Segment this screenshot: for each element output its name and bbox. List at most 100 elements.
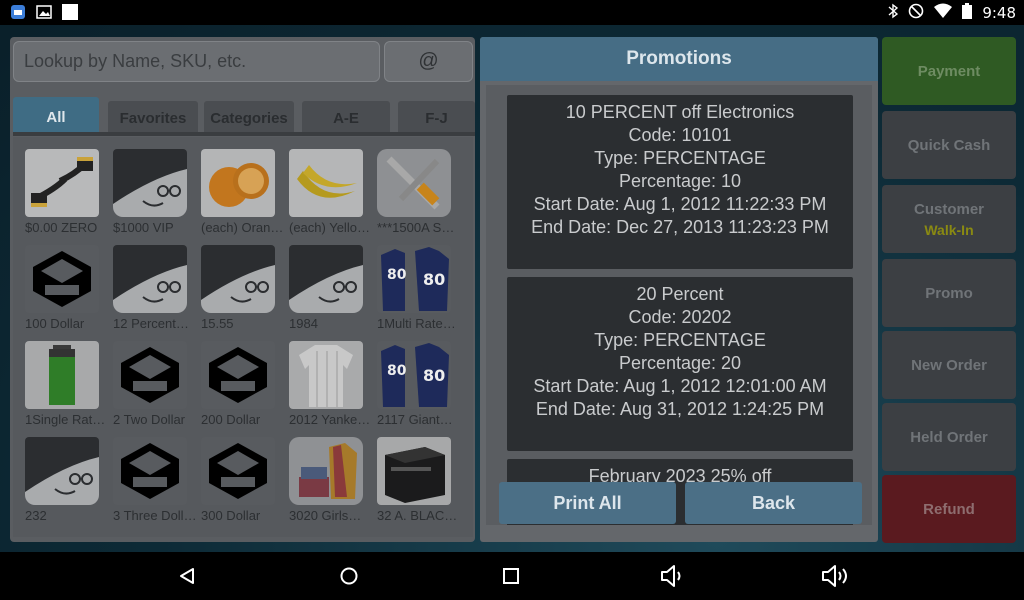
tab-f-j[interactable]: F-J [398, 101, 475, 133]
product-item[interactable]: (each) Yello… [277, 137, 370, 235]
baseball-jersey-icon [289, 341, 363, 409]
tools-icon [377, 149, 451, 217]
recents-icon[interactable] [496, 562, 526, 590]
product-item[interactable]: 80 80 2117 Giant… [365, 329, 453, 427]
promo-name: 20 Percent [636, 284, 724, 304]
product-item[interactable]: 15.55 [189, 233, 277, 331]
payment-button[interactable]: Payment [882, 37, 1016, 105]
tab-a-e[interactable]: A-E [302, 101, 390, 133]
volume-down-icon[interactable] [658, 562, 688, 590]
promo-label: Promo [925, 284, 973, 302]
jersey-icon: 80 80 [377, 245, 451, 313]
status-bar: 9:48 [0, 0, 1024, 25]
promo-code: Code: 10101 [628, 125, 732, 145]
app-notification-icon [10, 4, 26, 20]
promotions-title: Promotions [480, 37, 878, 81]
promotions-dialog: Promotions 10 PERCENT off Electronics Co… [480, 37, 878, 542]
promo-type: Type: PERCENTAGE [594, 148, 766, 168]
placeholder-face-icon [113, 149, 187, 217]
customer-button[interactable]: Customer Walk-In [882, 185, 1016, 253]
promo-code: Code: 20202 [628, 307, 732, 327]
svg-text:80: 80 [423, 366, 445, 385]
product-item[interactable]: 1Single Rat… [13, 329, 105, 427]
promotions-list[interactable]: 10 PERCENT off Electronics Code: 10101 T… [486, 85, 872, 525]
product-item[interactable]: 232 [13, 425, 101, 523]
tab-favorites[interactable]: Favorites [108, 101, 198, 133]
product-item[interactable]: 100 Dollar [13, 233, 101, 331]
payment-label: Payment [917, 62, 981, 80]
at-button[interactable]: @ [384, 41, 473, 82]
refund-label: Refund [923, 500, 975, 518]
product-item[interactable]: ***1500A S… [365, 137, 454, 235]
product-item[interactable]: 80 80 1Multi Rate… [365, 233, 456, 331]
wifi-icon [934, 3, 953, 23]
promo-start-date: Start Date: Aug 1, 2012 11:22:33 PM [533, 194, 827, 214]
bluetooth-icon [888, 3, 899, 23]
print-all-button[interactable]: Print All [499, 482, 676, 524]
product-item[interactable]: 300 Dollar [189, 425, 277, 523]
clothes-icon [289, 437, 363, 505]
clock: 9:48 [982, 4, 1016, 22]
battery-product-icon [25, 341, 99, 409]
product-item[interactable]: 2 Two Dollar [101, 329, 189, 427]
box-logo-icon [113, 437, 187, 505]
refund-button[interactable]: Refund [882, 475, 1016, 543]
back-button[interactable]: Back [685, 482, 862, 524]
product-item[interactable]: 12 Percent… [101, 233, 189, 331]
box-logo-icon [25, 245, 99, 313]
hdmi-cable-icon [25, 149, 99, 217]
box-logo-icon [113, 341, 187, 409]
jersey-icon: 80 80 [377, 341, 451, 409]
product-item[interactable]: 3 Three Doll… [101, 425, 197, 523]
product-label: 3020 Girls… [289, 508, 362, 523]
tab-categories[interactable]: Categories [204, 101, 294, 133]
product-item[interactable]: 32 A. BLAC… [365, 425, 457, 523]
product-browser: @ All Favorites Categories A-E F-J $0.00… [10, 37, 475, 542]
svg-text:80: 80 [387, 363, 407, 379]
search-input[interactable] [13, 41, 380, 82]
tab-all[interactable]: All [13, 97, 99, 133]
product-item[interactable]: (each) Oran… [189, 137, 283, 235]
svg-text:80: 80 [387, 267, 407, 283]
held-order-button[interactable]: Held Order [882, 403, 1016, 471]
back-icon[interactable] [172, 562, 202, 590]
product-item[interactable]: 2012 Yanke… [277, 329, 370, 427]
product-item[interactable]: $0.00 ZERO [13, 137, 101, 235]
action-panel: Payment Quick Cash Customer Walk-In Prom… [882, 37, 1016, 543]
new-order-button[interactable]: New Order [882, 331, 1016, 399]
quick-cash-button[interactable]: Quick Cash [882, 111, 1016, 179]
product-label: 300 Dollar [201, 508, 261, 523]
box-logo-icon [201, 341, 275, 409]
placeholder-face-icon [113, 245, 187, 313]
blank-notification-icon [62, 4, 78, 20]
product-grid: $0.00 ZERO $1000 VIP (each) Oran… (each)… [13, 137, 473, 537]
promo-card[interactable]: 20 Percent Code: 20202 Type: PERCENTAGE … [507, 277, 853, 451]
orange-icon [201, 149, 275, 217]
held-order-label: Held Order [910, 428, 988, 446]
product-label: 232 [25, 508, 47, 523]
tab-underline [13, 132, 475, 136]
product-item[interactable]: 200 Dollar [189, 329, 277, 427]
notification-icons [10, 4, 78, 20]
promo-percentage: Percentage: 10 [618, 171, 742, 191]
volume-up-icon[interactable] [820, 562, 850, 590]
promo-end-date: End Date: Aug 31, 2012 1:24:25 PM [535, 399, 825, 419]
navigation-bar [0, 552, 1024, 600]
svg-text:80: 80 [423, 270, 445, 289]
promo-button[interactable]: Promo [882, 259, 1016, 327]
promo-card[interactable]: 10 PERCENT off Electronics Code: 10101 T… [507, 95, 853, 269]
product-item[interactable]: $1000 VIP [101, 137, 189, 235]
product-label: 32 A. BLAC… [377, 508, 458, 523]
product-label: 3 Three Doll… [113, 508, 197, 523]
placeholder-face-icon [289, 245, 363, 313]
promo-start-date: Start Date: Aug 1, 2012 12:01:00 AM [533, 376, 827, 396]
placeholder-face-icon [25, 437, 99, 505]
promo-type: Type: PERCENTAGE [594, 330, 766, 350]
do-not-disturb-icon [908, 3, 924, 23]
promo-percentage: Percentage: 20 [618, 353, 742, 373]
customer-value: Walk-In [924, 221, 974, 238]
product-item[interactable]: 1984 [277, 233, 365, 331]
home-icon[interactable] [334, 562, 364, 590]
product-item[interactable]: 3020 Girls… [277, 425, 365, 523]
new-order-label: New Order [911, 356, 987, 374]
